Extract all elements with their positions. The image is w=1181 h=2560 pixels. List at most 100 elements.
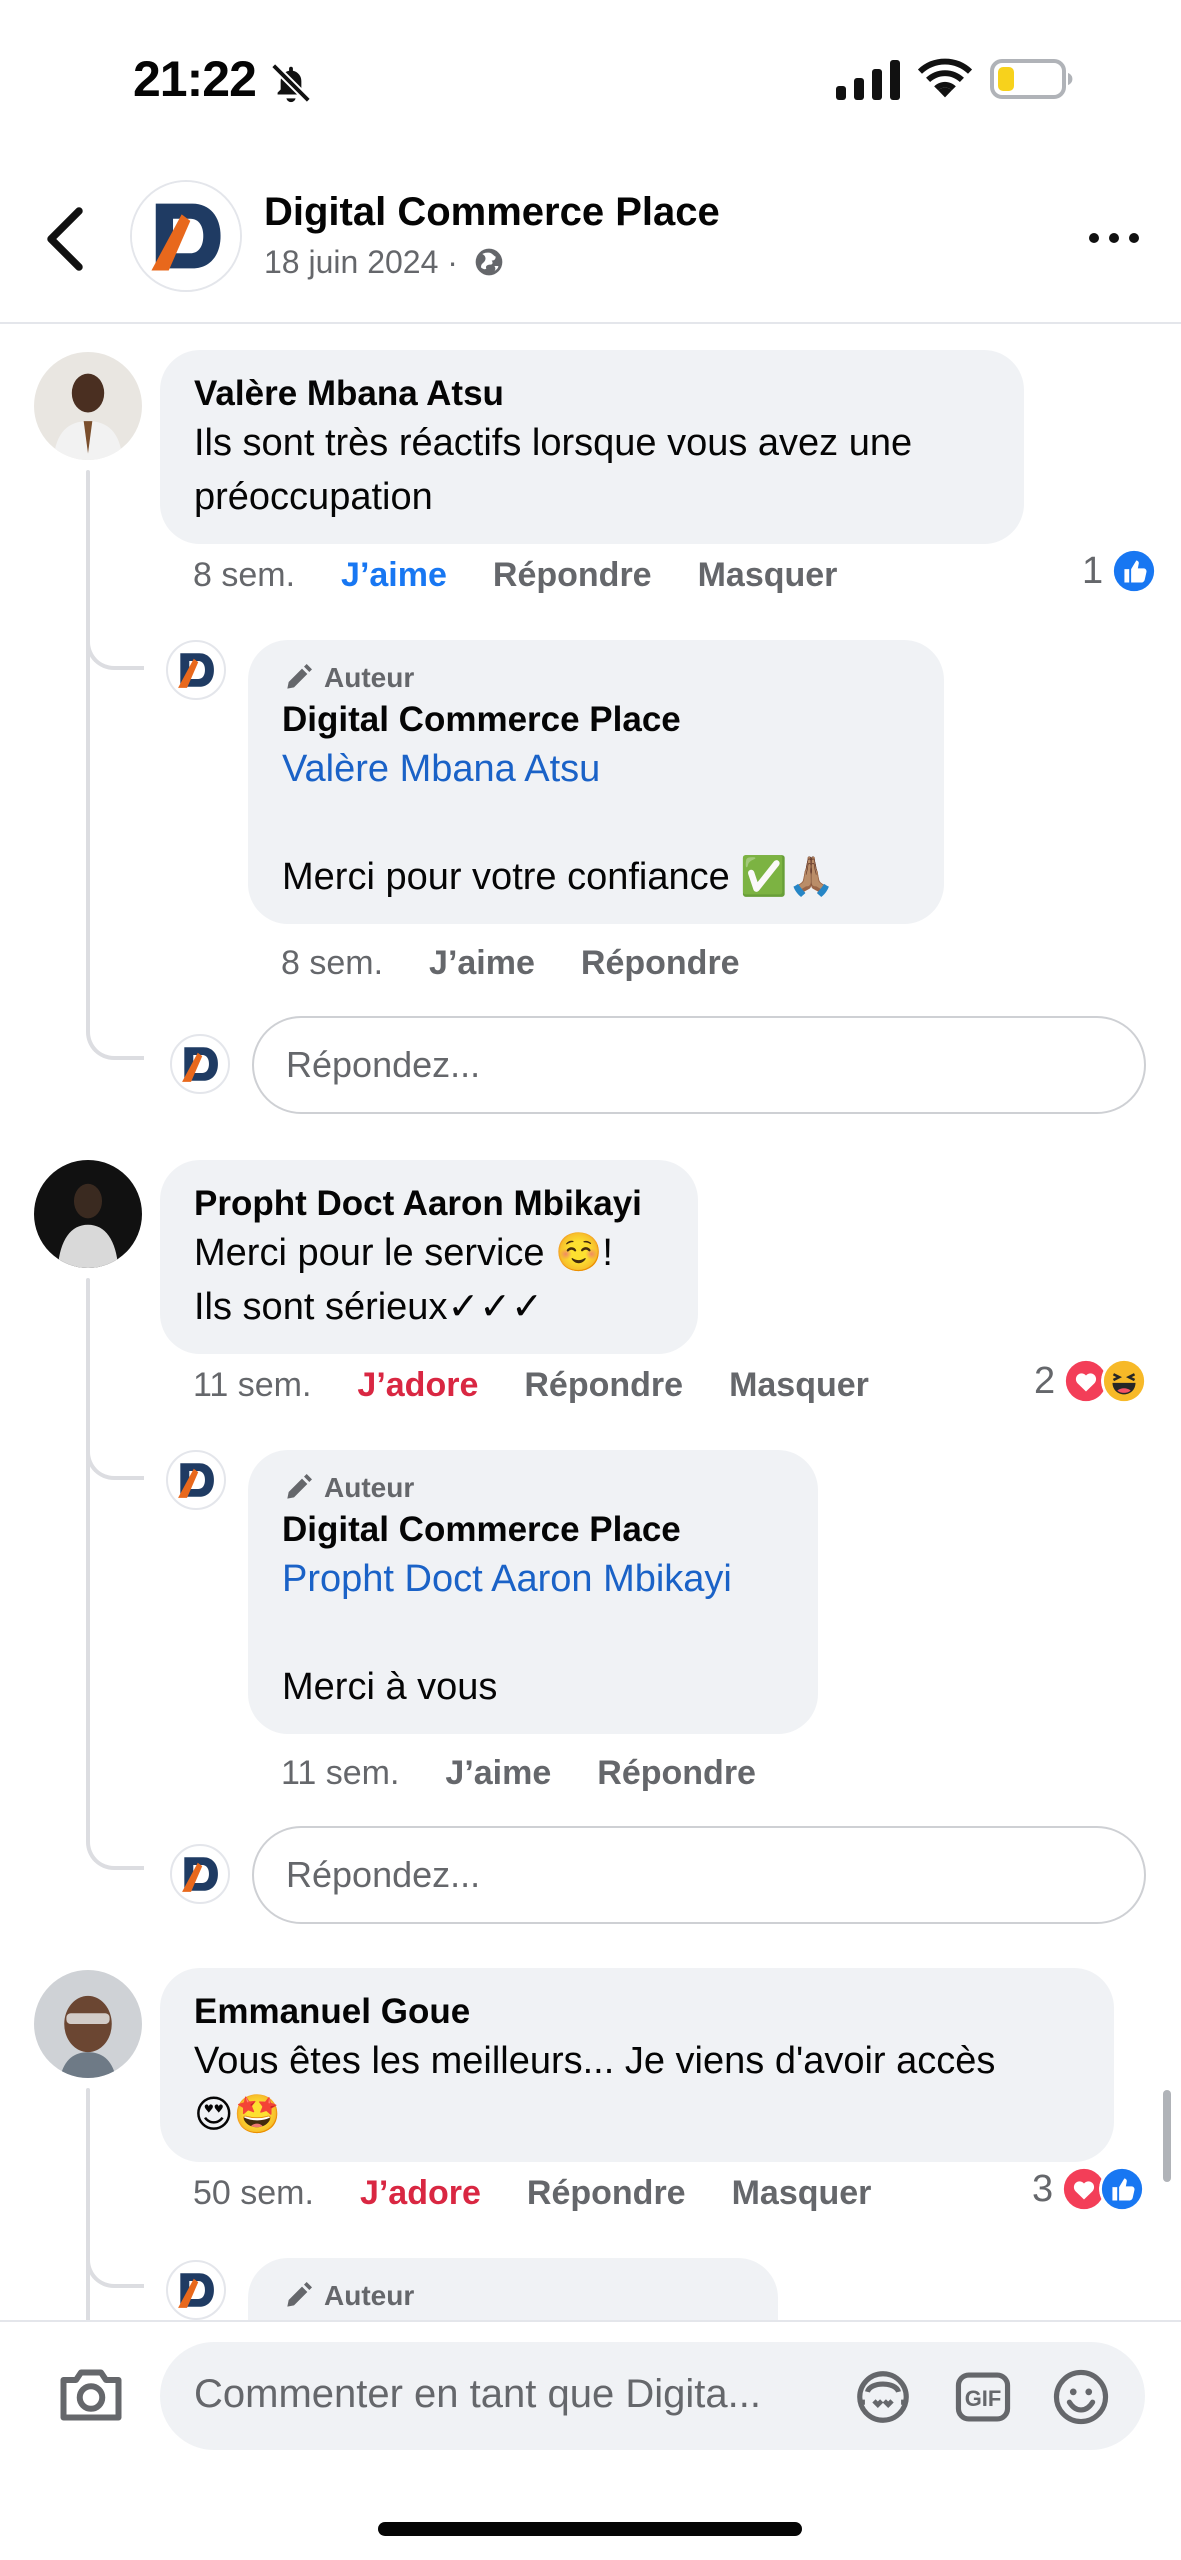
comment-actions: 8 sem. J’aime Répondre Masquer xyxy=(193,556,837,595)
reply-bubble[interactable]: Auteur Digital Commerce Place Propht Doc… xyxy=(248,1450,818,1734)
reply-button[interactable]: Répondre xyxy=(581,944,740,983)
comment-text-line: Ils sont sérieux✓✓✓ xyxy=(194,1286,543,1328)
author-reply-avatar[interactable] xyxy=(166,1450,226,1510)
author-reply-avatar[interactable] xyxy=(166,640,226,700)
page-title[interactable]: Digital Commerce Place xyxy=(264,190,720,235)
status-time: 21:22 xyxy=(133,51,257,107)
comment-actions: 11 sem. J’adore Répondre Masquer xyxy=(193,1366,869,1405)
composer-avatar xyxy=(170,1844,230,1904)
reply-placeholder: Répondez... xyxy=(286,1854,481,1895)
reply-actions: 8 sem. J’aime Répondre xyxy=(281,944,740,983)
reaction-count: 2 xyxy=(1034,1359,1056,1402)
comment-input-placeholder: Commenter en tant que Digita... xyxy=(194,2372,761,2416)
reaction-summary[interactable]: 2 xyxy=(1034,1358,1148,1404)
like-button[interactable]: J’aime xyxy=(445,1754,551,1793)
hide-button[interactable]: Masquer xyxy=(698,556,838,595)
svg-text:GIF: GIF xyxy=(965,2386,1002,2411)
post-date[interactable]: 18 juin 2024 · xyxy=(264,244,505,281)
author-reply-avatar[interactable] xyxy=(166,2260,226,2320)
comment-time[interactable]: 11 sem. xyxy=(193,1366,311,1405)
thread-connector xyxy=(86,1800,144,1870)
author-badge: Auteur xyxy=(282,658,910,698)
comment-bubble[interactable]: Propht Doct Aaron Mbikayi Merci pour le … xyxy=(160,1160,698,1354)
reply-input[interactable]: Répondez... xyxy=(252,1016,1146,1114)
comment-author[interactable]: Valère Mbana Atsu xyxy=(194,372,990,416)
like-button[interactable]: J’aime xyxy=(429,944,535,983)
reaction-summary[interactable]: 1 xyxy=(1082,548,1158,594)
page-avatar[interactable] xyxy=(130,180,242,292)
like-button[interactable]: J’aime xyxy=(341,556,447,595)
reply-author[interactable]: Digital Commerce Place xyxy=(282,698,910,742)
back-button[interactable] xyxy=(40,204,90,274)
logo-icon xyxy=(178,653,214,688)
comment-actions: 50 sem. J’adore Répondre Masquer xyxy=(193,2174,871,2213)
reply-author[interactable]: Digital Commerce Place xyxy=(282,1508,784,1552)
comment-author[interactable]: Emmanuel Goue xyxy=(194,1990,1080,2034)
commenter-avatar[interactable] xyxy=(34,1970,142,2078)
reply-button[interactable]: Répondre xyxy=(524,1366,683,1405)
signal-icon xyxy=(836,60,900,100)
author-badge-label: Auteur xyxy=(324,662,415,693)
love-button[interactable]: J’adore xyxy=(357,1366,478,1405)
reply-button[interactable]: Répondre xyxy=(493,556,652,595)
post-date-text: 18 juin 2024 · xyxy=(264,244,458,280)
haha-reaction-icon xyxy=(1101,1358,1148,1404)
like-reaction-icon xyxy=(1099,2166,1146,2212)
hide-button[interactable]: Masquer xyxy=(729,1366,869,1405)
reaction-count: 3 xyxy=(1032,2167,1054,2210)
thread-connector xyxy=(86,1410,144,1480)
reply-text: Merci pour votre confiance ✅🙏🏽 xyxy=(282,856,835,898)
person-photo-icon xyxy=(34,1970,142,2078)
person-photo-icon xyxy=(34,352,142,460)
emoji-icon[interactable] xyxy=(1050,2366,1112,2428)
love-button[interactable]: J’adore xyxy=(360,2174,481,2213)
comment-bubble[interactable]: Valère Mbana Atsu Ils sont très réactifs… xyxy=(160,350,1024,544)
thread-connector xyxy=(86,2218,144,2288)
reply-placeholder: Répondez... xyxy=(286,1044,481,1085)
mention-link[interactable]: Propht Doct Aaron Mbikayi xyxy=(282,1552,784,1606)
pencil-icon xyxy=(287,1474,312,1499)
post-header: Digital Commerce Place 18 juin 2024 · xyxy=(0,170,1181,324)
mention-link[interactable]: Valère Mbana Atsu xyxy=(282,742,910,796)
author-badge-label: Auteur xyxy=(324,1472,415,1503)
reply-actions: 11 sem. J’aime Répondre xyxy=(281,1754,756,1793)
wifi-icon xyxy=(917,58,973,98)
reply-time[interactable]: 8 sem. xyxy=(281,944,383,983)
bell-off-icon xyxy=(271,63,311,103)
comment-time[interactable]: 50 sem. xyxy=(193,2174,314,2213)
logo-icon xyxy=(178,1463,214,1498)
reply-bubble[interactable]: Auteur Digital Commerce Place Valère Mba… xyxy=(248,640,944,924)
avatar-sticker-icon[interactable] xyxy=(852,2366,914,2428)
comment-bubble[interactable]: Emmanuel Goue Vous êtes les meilleurs...… xyxy=(160,1968,1114,2162)
reply-button[interactable]: Répondre xyxy=(527,2174,686,2213)
logo-icon xyxy=(182,1047,218,1082)
comment-text: Ils sont très réactifs lorsque vous avez… xyxy=(194,422,913,518)
reply-time[interactable]: 11 sem. xyxy=(281,1754,399,1793)
reply-input[interactable]: Répondez... xyxy=(252,1826,1146,1924)
commenter-avatar[interactable] xyxy=(34,352,142,460)
comment-time[interactable]: 8 sem. xyxy=(193,556,295,595)
reaction-summary[interactable]: 3 xyxy=(1032,2166,1146,2212)
composer-avatar xyxy=(170,1034,230,1094)
author-badge: Auteur xyxy=(282,2276,744,2316)
reaction-count: 1 xyxy=(1082,549,1104,592)
commenter-avatar[interactable] xyxy=(34,1160,142,1268)
logo-icon xyxy=(178,2273,214,2308)
gif-icon[interactable]: GIF xyxy=(952,2366,1014,2428)
like-reaction-icon xyxy=(1111,548,1158,594)
logo-icon xyxy=(182,1857,218,1892)
comment-author[interactable]: Propht Doct Aaron Mbikayi xyxy=(194,1182,664,1226)
reply-button[interactable]: Répondre xyxy=(597,1754,756,1793)
logo-icon xyxy=(132,182,240,290)
status-bar: 21:22 xyxy=(0,0,1181,160)
more-options-button[interactable] xyxy=(1086,228,1142,248)
thread-line xyxy=(86,470,90,1030)
home-indicator[interactable] xyxy=(378,2522,802,2536)
hide-button[interactable]: Masquer xyxy=(732,2174,872,2213)
thread-line xyxy=(86,1278,90,1838)
globe-icon xyxy=(475,248,503,276)
comment-input[interactable]: Commenter en tant que Digita... GIF xyxy=(160,2342,1145,2450)
camera-icon[interactable] xyxy=(56,2364,126,2426)
scrollbar[interactable] xyxy=(1163,2090,1171,2182)
